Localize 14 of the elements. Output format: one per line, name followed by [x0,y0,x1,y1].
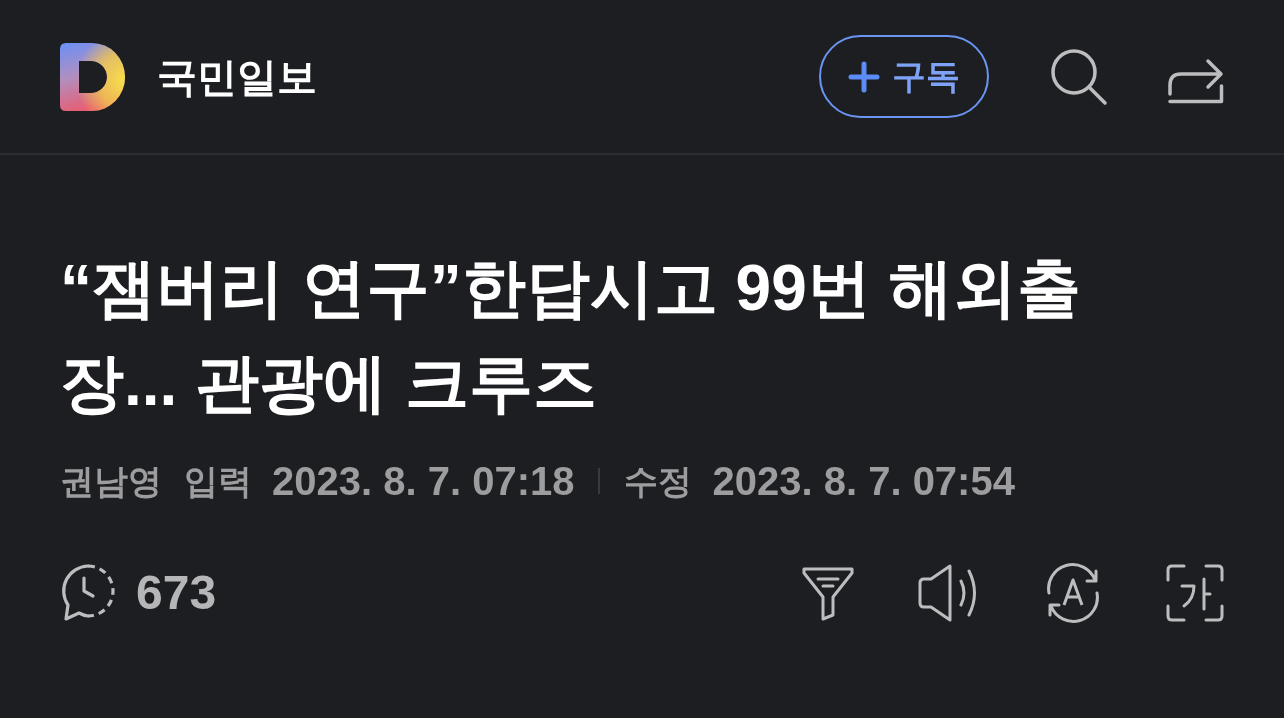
subscribe-button[interactable]: 구독 [819,35,989,118]
input-date: 2023. 8. 7. 07:18 [272,461,575,501]
text-size-icon[interactable] [1166,564,1224,622]
author-name[interactable]: 권남영 [60,464,162,498]
publisher-name[interactable]: 국민일보 [157,56,317,97]
modified-date: 2023. 8. 7. 07:54 [712,461,1015,501]
comment-count[interactable]: 673 [136,569,217,617]
filter-icon[interactable] [801,565,855,621]
modified-label: 수정 [624,464,693,498]
input-label: 입력 [184,464,252,498]
comment-icon[interactable] [60,563,118,623]
plus-icon [848,60,880,93]
search-icon[interactable] [1050,47,1108,106]
article-headline: “잼버리 연구”한답시고 99번 해외출장... 관광에 크루즈 [60,251,1082,421]
